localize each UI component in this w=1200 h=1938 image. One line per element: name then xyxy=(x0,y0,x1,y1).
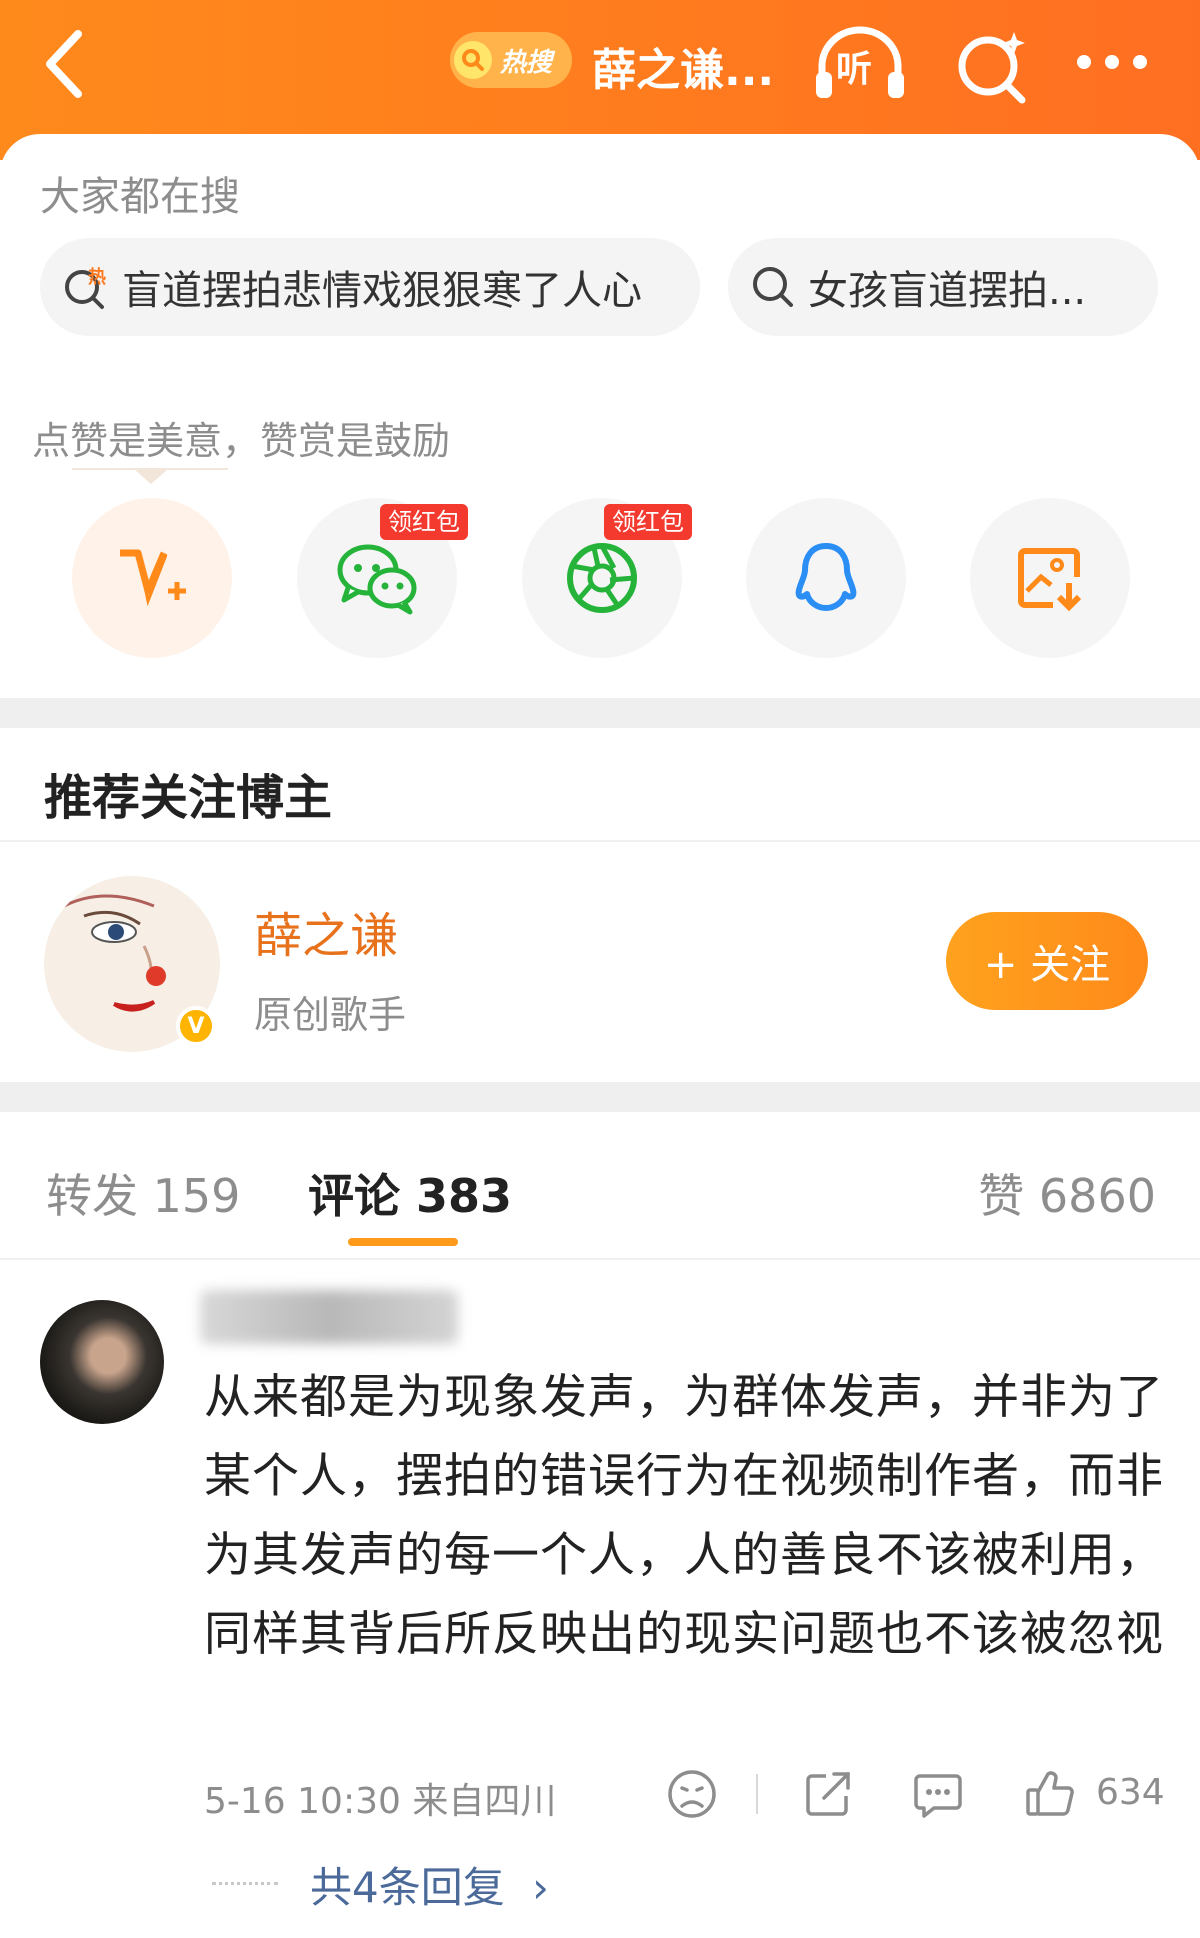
listen-label: 听 xyxy=(836,49,873,90)
reward-label: 点赞是美意，赞赏是鼓励 xyxy=(32,419,451,463)
back-arrow-icon[interactable] xyxy=(38,24,98,104)
dislike-face-icon[interactable] xyxy=(664,1766,720,1822)
moments-icon xyxy=(567,543,637,613)
tab-comment[interactable]: 评论 383 xyxy=(308,1160,512,1226)
trending-label: 大家都在搜 xyxy=(40,174,240,220)
hot-search-badge[interactable]: 热搜 xyxy=(450,32,572,88)
reply-dots xyxy=(212,1882,278,1885)
thumbs-up-icon[interactable] xyxy=(1022,1766,1078,1822)
search-icon xyxy=(753,267,793,307)
blogger-description: 原创歌手 xyxy=(254,993,407,1037)
view-replies-link[interactable]: 共4条回复 › xyxy=(310,1854,549,1915)
more-options-icon[interactable] xyxy=(1072,42,1152,82)
svg-text:热: 热 xyxy=(88,266,106,288)
chevron-right-icon: › xyxy=(532,1863,549,1912)
red-packet-tag: 领红包 xyxy=(604,504,692,540)
divider-line xyxy=(0,840,1200,842)
hot-search-icon: 热 xyxy=(65,266,106,309)
trending-chip-label: 盲道摆拍悲情戏狠狠寒了人心 xyxy=(122,268,642,314)
listen-button[interactable]: 听 xyxy=(812,24,908,104)
trending-chip-label: 女孩盲道摆拍... xyxy=(808,268,1087,314)
save-image-button[interactable] xyxy=(970,498,1130,658)
qq-share-button[interactable] xyxy=(746,498,906,658)
section-divider xyxy=(0,698,1200,728)
verified-badge: V xyxy=(176,1006,216,1046)
commenter-avatar[interactable] xyxy=(40,1300,164,1424)
comment-like-count: 634 xyxy=(1096,1772,1165,1813)
trending-chip[interactable]: 热 盲道摆拍悲情戏狠狠寒了人心 xyxy=(40,238,700,336)
wechat-icon xyxy=(337,544,417,615)
comment-text: 从来都是为现象发声，为群体发声，并非为了某个人，摆拍的错误行为在视频制作者，而非… xyxy=(204,1370,1164,1662)
trending-chip[interactable]: 女孩盲道摆拍... xyxy=(728,238,1158,336)
qq-icon xyxy=(795,543,857,611)
meta-divider xyxy=(756,1774,758,1814)
tab-repost[interactable]: 转发 159 xyxy=(46,1160,240,1226)
active-tab-indicator xyxy=(348,1238,458,1246)
blogger-name[interactable]: 薛之谦 xyxy=(254,896,398,966)
reward-pointer xyxy=(135,470,167,484)
hot-search-icon xyxy=(454,41,492,79)
tab-like[interactable]: 赞 6860 xyxy=(978,1160,1156,1226)
reply-icon[interactable] xyxy=(910,1766,966,1822)
comment-meta: 5-16 10:30 来自四川 xyxy=(204,1781,557,1822)
page-title: 薛之谦... xyxy=(592,45,775,96)
save-image-icon xyxy=(1018,548,1082,612)
recommend-title: 推荐关注博主 xyxy=(44,770,333,826)
view-replies-label: 共4条回复 xyxy=(310,1863,505,1912)
share-icon[interactable] xyxy=(800,1766,856,1822)
divider-line xyxy=(0,1258,1200,1260)
vplus-button[interactable] xyxy=(72,498,232,658)
hot-search-label: 热搜 xyxy=(500,47,553,78)
section-divider xyxy=(0,1082,1200,1112)
commenter-name-blurred[interactable] xyxy=(200,1290,458,1344)
search-icon[interactable] xyxy=(952,26,1032,106)
red-packet-tag: 领红包 xyxy=(380,504,468,540)
vplus-icon xyxy=(120,549,186,607)
follow-button[interactable]: + 关注 xyxy=(946,912,1148,1010)
